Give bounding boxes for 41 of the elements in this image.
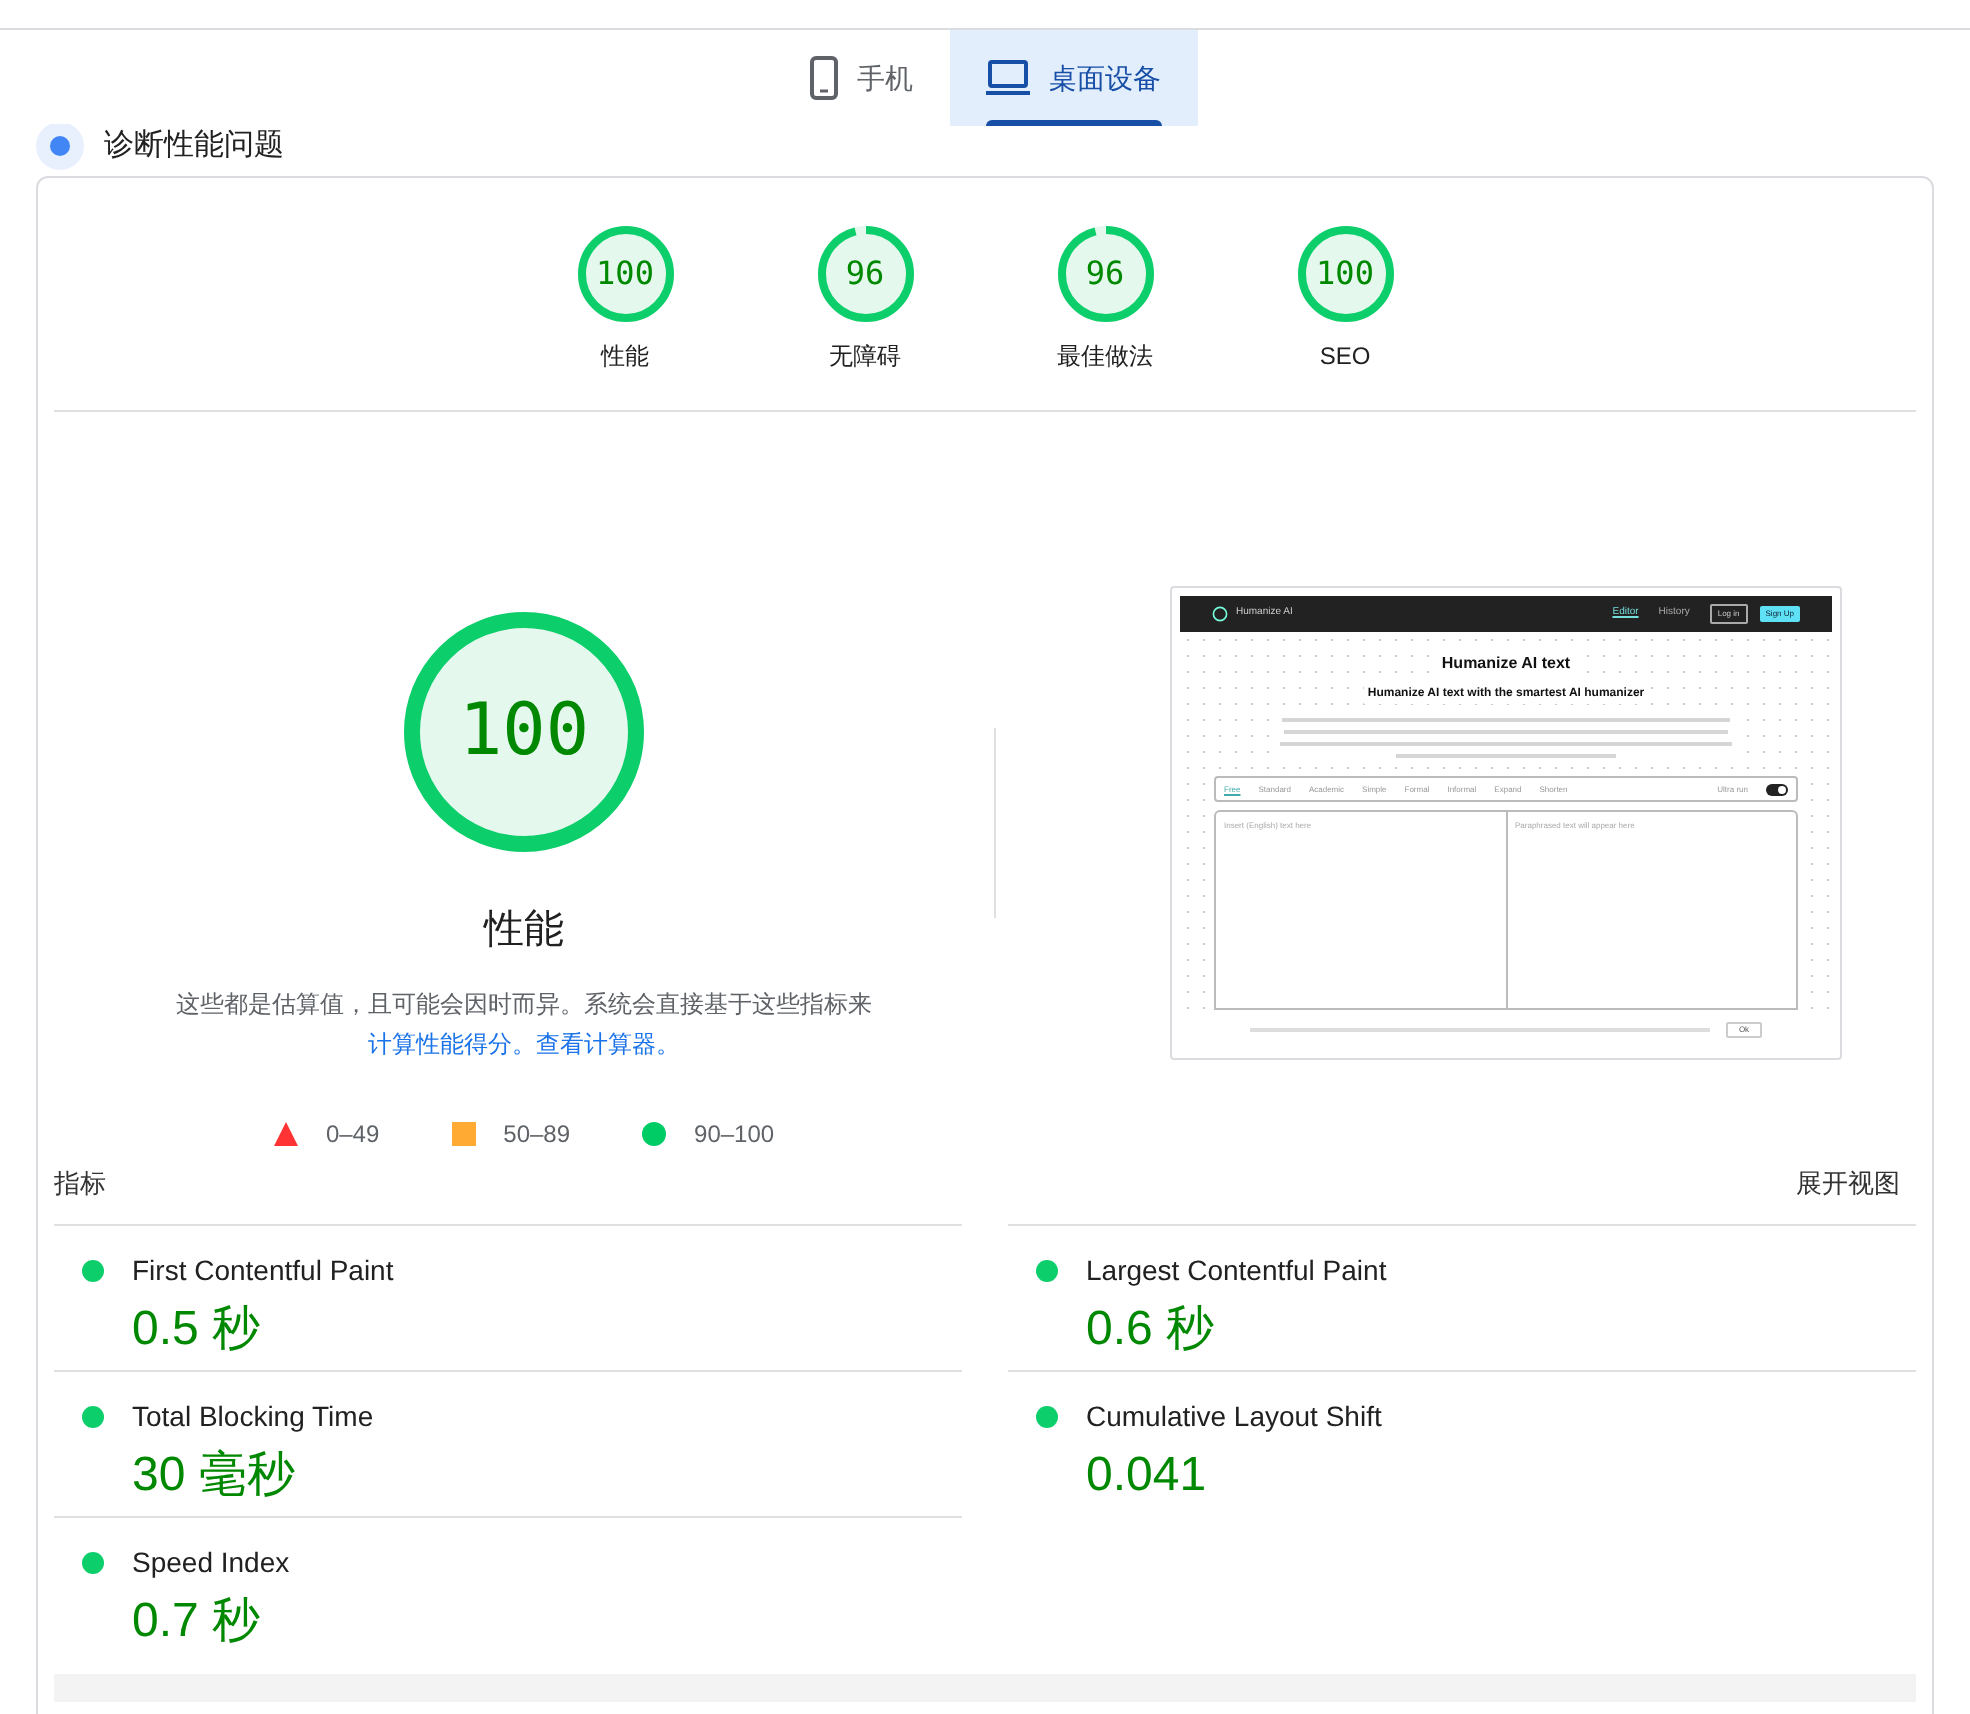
metric-value: 0.6 秒 — [1084, 1300, 1217, 1360]
legend-range: 90–100 — [694, 1118, 775, 1152]
score-value: 96 — [845, 258, 885, 290]
laptop-icon — [985, 60, 1029, 96]
metric-value: 0.7 秒 — [130, 1592, 263, 1652]
score-value: 100 — [458, 696, 590, 768]
category-label: 最佳做法 — [1057, 340, 1153, 374]
phone-icon — [809, 56, 837, 100]
info-icon — [36, 122, 84, 170]
logo-icon — [1212, 606, 1228, 622]
screenshot-title: Humanize AI text — [1437, 652, 1575, 676]
category-label: 无障碍 — [829, 340, 901, 374]
metric-value: 0.5 秒 — [130, 1300, 263, 1360]
device-tab[interactable]: 手机 — [773, 30, 949, 126]
score-value: 96 — [1085, 258, 1125, 290]
performance-note: 这些都是估算值，且可能会因时而异。系统会直接基于这些指标来 计算性能得分。查看计算器。 — [174, 988, 874, 1062]
metric-name: First Contentful Paint — [132, 1252, 394, 1290]
legend-range: 50–89 — [503, 1118, 571, 1152]
score-gauge — [817, 226, 913, 322]
score-value: 100 — [1316, 258, 1374, 290]
metric-name: Speed Index — [132, 1544, 290, 1582]
calculator-link[interactable]: 计算性能得分。 — [368, 1030, 536, 1058]
metric-name: Total Blocking Time — [132, 1398, 374, 1436]
calculator-link[interactable]: 查看计算器。 — [536, 1030, 680, 1058]
metric-value: 0.041 — [1084, 1446, 1209, 1506]
metric-name: Largest Contentful Paint — [1086, 1252, 1387, 1290]
score-gauge — [1057, 226, 1153, 322]
score-gauge — [1297, 226, 1393, 322]
score-value: 100 — [596, 258, 654, 290]
score-gauge — [577, 226, 673, 322]
device-tab[interactable]: 桌面设备 — [949, 30, 1197, 126]
metrics-heading: 指标 — [54, 1166, 106, 1203]
metric-value: 30 毫秒 — [130, 1446, 297, 1506]
category-label: SEO — [1319, 340, 1371, 374]
metric-name: Cumulative Layout Shift — [1086, 1398, 1382, 1436]
performance-title: 性能 — [484, 906, 564, 956]
toggle-switch[interactable] — [1766, 783, 1788, 795]
expand-view-link[interactable]: 展开视图 — [1796, 1164, 1916, 1204]
section-heading: 诊断性能问题 — [104, 125, 284, 166]
category-label: 性能 — [601, 340, 649, 374]
legend-range: 0–49 — [325, 1118, 380, 1152]
